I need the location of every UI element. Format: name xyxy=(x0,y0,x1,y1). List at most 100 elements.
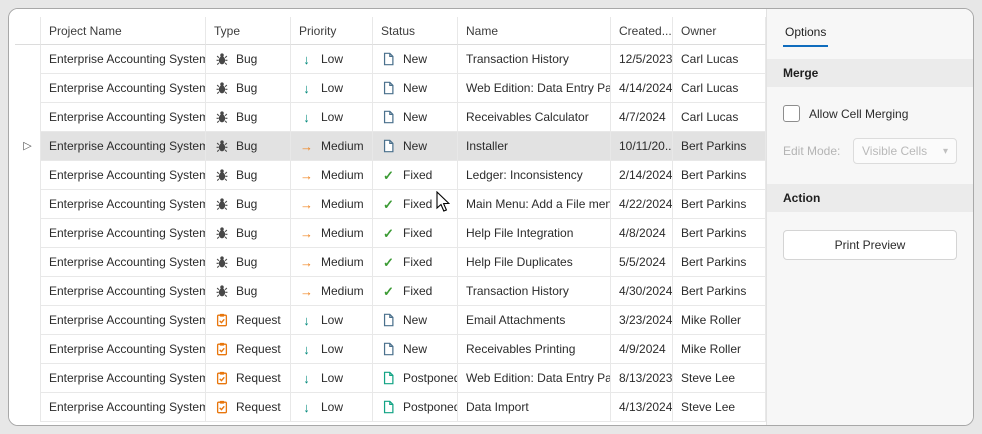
cell-owner[interactable]: Mike Roller xyxy=(673,335,766,364)
cell-type[interactable]: Bug xyxy=(206,248,291,277)
cell-owner[interactable]: Bert Parkins xyxy=(673,132,766,161)
cell-status[interactable]: ✓Fixed xyxy=(373,161,458,190)
cell-status[interactable]: New xyxy=(373,132,458,161)
cell-owner[interactable]: Carl Lucas xyxy=(673,74,766,103)
table-row[interactable]: Enterprise Accounting SystemBug→Medium✓F… xyxy=(15,161,766,190)
cell-created[interactable]: 12/5/2023 xyxy=(611,45,673,74)
cell-created[interactable]: 5/5/2024 xyxy=(611,248,673,277)
cell-name[interactable]: Web Edition: Data Entry Pa... xyxy=(458,364,611,393)
edit-mode-dropdown[interactable]: Visible Cells ▾ xyxy=(853,138,957,164)
column-header[interactable]: Name xyxy=(458,17,611,45)
cell-created[interactable]: 4/13/2024 xyxy=(611,393,673,422)
column-header[interactable]: Project Name xyxy=(41,17,206,45)
cell-priority[interactable]: →Medium xyxy=(291,277,373,306)
cell-created[interactable]: 4/7/2024 xyxy=(611,103,673,132)
cell-project-name[interactable]: Enterprise Accounting System xyxy=(41,306,206,335)
cell-priority[interactable]: →Medium xyxy=(291,248,373,277)
cell-project-name[interactable]: Enterprise Accounting System xyxy=(41,277,206,306)
cell-type[interactable]: Bug xyxy=(206,190,291,219)
cell-name[interactable]: Transaction History xyxy=(458,277,611,306)
column-header[interactable]: Type xyxy=(206,17,291,45)
table-row[interactable]: Enterprise Accounting SystemBug↓LowNewWe… xyxy=(15,74,766,103)
cell-type[interactable]: Request xyxy=(206,393,291,422)
table-row[interactable]: Enterprise Accounting SystemBug→Medium✓F… xyxy=(15,190,766,219)
cell-project-name[interactable]: Enterprise Accounting System xyxy=(41,161,206,190)
cell-owner[interactable]: Bert Parkins xyxy=(673,161,766,190)
cell-project-name[interactable]: Enterprise Accounting System xyxy=(41,248,206,277)
allow-cell-merging-row[interactable]: Allow Cell Merging xyxy=(783,105,957,122)
table-row[interactable]: Enterprise Accounting SystemBug→Medium✓F… xyxy=(15,248,766,277)
table-row[interactable]: Enterprise Accounting SystemBug↓LowNewRe… xyxy=(15,103,766,132)
cell-name[interactable]: Receivables Calculator xyxy=(458,103,611,132)
cell-status[interactable]: ✓Fixed xyxy=(373,277,458,306)
cell-owner[interactable]: Steve Lee xyxy=(673,364,766,393)
cell-priority[interactable]: ↓Low xyxy=(291,306,373,335)
cell-project-name[interactable]: Enterprise Accounting System xyxy=(41,219,206,248)
cell-priority[interactable]: →Medium xyxy=(291,161,373,190)
tab-options[interactable]: Options xyxy=(783,23,828,47)
cell-created[interactable]: 4/22/2024 xyxy=(611,190,673,219)
cell-priority[interactable]: →Medium xyxy=(291,219,373,248)
column-header[interactable]: Created... xyxy=(611,17,673,45)
cell-created[interactable]: 2/14/2024 xyxy=(611,161,673,190)
table-row[interactable]: Enterprise Accounting SystemRequest↓LowN… xyxy=(15,306,766,335)
cell-owner[interactable]: Bert Parkins xyxy=(673,190,766,219)
cell-type[interactable]: Bug xyxy=(206,219,291,248)
cell-owner[interactable]: Bert Parkins xyxy=(673,219,766,248)
cell-owner[interactable]: Bert Parkins xyxy=(673,248,766,277)
cell-name[interactable]: Transaction History xyxy=(458,45,611,74)
cell-project-name[interactable]: Enterprise Accounting System xyxy=(41,190,206,219)
column-header[interactable]: Owner xyxy=(673,17,766,45)
cell-status[interactable]: Postponed xyxy=(373,364,458,393)
cell-priority[interactable]: ↓Low xyxy=(291,45,373,74)
cell-status[interactable]: Postponed xyxy=(373,393,458,422)
cell-name[interactable]: Help File Duplicates xyxy=(458,248,611,277)
table-row[interactable]: Enterprise Accounting SystemRequest↓LowN… xyxy=(15,335,766,364)
column-header[interactable]: Priority xyxy=(291,17,373,45)
cell-priority[interactable]: →Medium xyxy=(291,190,373,219)
cell-status[interactable]: New xyxy=(373,74,458,103)
cell-project-name[interactable]: Enterprise Accounting System xyxy=(41,132,206,161)
cell-name[interactable]: Ledger: Inconsistency xyxy=(458,161,611,190)
allow-cell-merging-checkbox[interactable] xyxy=(783,105,800,122)
cell-status[interactable]: New xyxy=(373,335,458,364)
cell-project-name[interactable]: Enterprise Accounting System xyxy=(41,74,206,103)
cell-type[interactable]: Bug xyxy=(206,277,291,306)
cell-type[interactable]: Request xyxy=(206,335,291,364)
cell-project-name[interactable]: Enterprise Accounting System xyxy=(41,393,206,422)
cell-created[interactable]: 4/8/2024 xyxy=(611,219,673,248)
cell-status[interactable]: ✓Fixed xyxy=(373,219,458,248)
cell-created[interactable]: 4/14/2024 xyxy=(611,74,673,103)
cell-created[interactable]: 10/11/20... xyxy=(611,132,673,161)
cell-created[interactable]: 4/30/2024 xyxy=(611,277,673,306)
cell-priority[interactable]: ↓Low xyxy=(291,393,373,422)
cell-name[interactable]: Help File Integration xyxy=(458,219,611,248)
cell-type[interactable]: Request xyxy=(206,306,291,335)
cell-priority[interactable]: ↓Low xyxy=(291,103,373,132)
cell-project-name[interactable]: Enterprise Accounting System xyxy=(41,335,206,364)
cell-project-name[interactable]: Enterprise Accounting System xyxy=(41,364,206,393)
column-header[interactable]: Status xyxy=(373,17,458,45)
cell-status[interactable]: New xyxy=(373,103,458,132)
table-row[interactable]: Enterprise Accounting SystemBug→Medium✓F… xyxy=(15,219,766,248)
cell-project-name[interactable]: Enterprise Accounting System xyxy=(41,103,206,132)
cell-owner[interactable]: Carl Lucas xyxy=(673,103,766,132)
print-preview-button[interactable]: Print Preview xyxy=(783,230,957,260)
cell-type[interactable]: Bug xyxy=(206,45,291,74)
cell-owner[interactable]: Steve Lee xyxy=(673,393,766,422)
cell-type[interactable]: Bug xyxy=(206,103,291,132)
cell-status[interactable]: ✓Fixed xyxy=(373,248,458,277)
table-row[interactable]: ▷Enterprise Accounting SystemBug→MediumN… xyxy=(15,132,766,161)
cell-created[interactable]: 8/13/2023 xyxy=(611,364,673,393)
cell-priority[interactable]: ↓Low xyxy=(291,74,373,103)
cell-status[interactable]: ✓Fixed xyxy=(373,190,458,219)
cell-name[interactable]: Email Attachments xyxy=(458,306,611,335)
table-row[interactable]: Enterprise Accounting SystemRequest↓LowP… xyxy=(15,364,766,393)
cell-type[interactable]: Bug xyxy=(206,161,291,190)
cell-created[interactable]: 4/9/2024 xyxy=(611,335,673,364)
cell-owner[interactable]: Mike Roller xyxy=(673,306,766,335)
cell-priority[interactable]: →Medium xyxy=(291,132,373,161)
cell-name[interactable]: Installer xyxy=(458,132,611,161)
cell-owner[interactable]: Carl Lucas xyxy=(673,45,766,74)
cell-status[interactable]: New xyxy=(373,306,458,335)
